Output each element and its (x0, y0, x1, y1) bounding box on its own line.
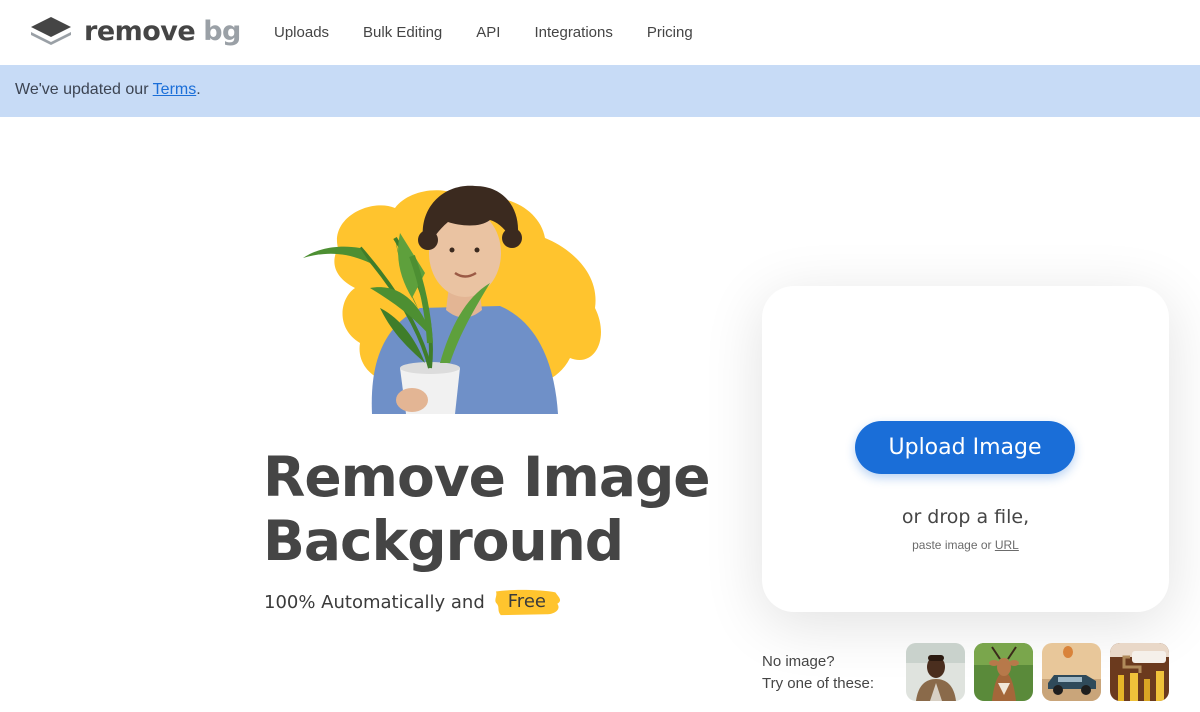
banner-prefix: We've updated our (15, 81, 153, 98)
banner-text: We've updated our Terms. (15, 81, 201, 99)
person-photo (906, 643, 965, 701)
sample-thumb-antelope[interactable] (974, 643, 1033, 701)
free-badge: Free (493, 588, 561, 616)
site-header: remove bg Uploads Bulk Editing API Integr… (0, 0, 1200, 64)
paint-roller-photo (1110, 643, 1169, 701)
paste-hint-prefix: paste image or (912, 538, 995, 552)
sample-thumb-paint-roller[interactable] (1110, 643, 1169, 701)
banner-suffix: . (196, 81, 201, 98)
layers-icon (31, 17, 71, 45)
free-badge-label: Free (507, 591, 546, 612)
subline-text: 100% Automatically and (264, 591, 485, 613)
nav-api[interactable]: API (459, 20, 517, 45)
upload-card[interactable]: Upload Image or drop a file, paste image… (762, 286, 1169, 612)
logo-word-bg: bg (203, 15, 241, 47)
samples-label: No image? Try one of these: (762, 651, 874, 695)
person-holding-plant-photo (303, 185, 601, 414)
sample-thumb-person[interactable] (906, 643, 965, 701)
nav-uploads[interactable]: Uploads (257, 20, 346, 45)
upload-image-button[interactable]: Upload Image (855, 421, 1075, 474)
main-nav: Uploads Bulk Editing API Integrations Pr… (257, 20, 710, 45)
nav-pricing[interactable]: Pricing (630, 20, 710, 45)
car-photo (1042, 643, 1101, 701)
terms-banner: We've updated our Terms. (0, 65, 1200, 117)
hero-subline: 100% Automatically and Free (264, 588, 561, 616)
logo[interactable]: remove bg (30, 14, 241, 48)
antelope-photo (974, 643, 1033, 701)
page-title: Remove Image Background (263, 445, 723, 573)
paste-hint: paste image or URL (762, 538, 1169, 552)
nav-integrations[interactable]: Integrations (517, 20, 629, 45)
paste-url-link[interactable]: URL (995, 538, 1019, 552)
samples-line-1: No image? (762, 653, 835, 670)
samples-line-2: Try one of these: (762, 675, 875, 692)
sample-thumb-car[interactable] (1042, 643, 1101, 701)
logo-text: remove bg (84, 16, 241, 47)
terms-link[interactable]: Terms (153, 81, 197, 98)
logo-word-remove: remove (84, 15, 196, 47)
page-title-line-2: Background (263, 509, 624, 573)
page-title-line-1: Remove Image (263, 445, 711, 509)
drop-file-text: or drop a file, (901, 506, 1030, 528)
nav-bulk-editing[interactable]: Bulk Editing (346, 20, 459, 45)
